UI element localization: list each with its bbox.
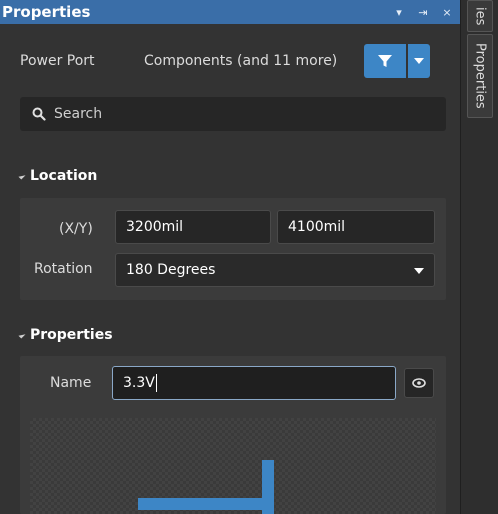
- search-input[interactable]: Search: [20, 97, 446, 131]
- side-tab-partial[interactable]: ies: [467, 0, 493, 32]
- name-value: 3.3V: [123, 375, 155, 391]
- location-section-header[interactable]: Location: [18, 168, 98, 184]
- name-field[interactable]: 3.3V: [112, 366, 396, 400]
- symbol-preview: [30, 418, 436, 514]
- panel-title: Properties: [2, 3, 91, 21]
- collapse-triangle-icon: [18, 331, 26, 339]
- x-field[interactable]: 3200mil: [115, 210, 271, 244]
- filter-dropdown-button[interactable]: [408, 44, 430, 78]
- filter-button[interactable]: [364, 44, 406, 78]
- properties-panel: Properties ▾ ⇥ × Power Port Components (…: [0, 0, 460, 514]
- pin-icon[interactable]: ⇥: [416, 6, 430, 19]
- rotation-value: 180 Degrees: [126, 262, 216, 278]
- rotation-select[interactable]: 180 Degrees: [115, 253, 435, 287]
- object-kind-label: Power Port: [20, 53, 95, 69]
- filter-icon: [378, 55, 392, 67]
- search-placeholder: Search: [54, 106, 103, 122]
- rotation-label: Rotation: [34, 261, 93, 277]
- visibility-toggle-button[interactable]: [404, 368, 434, 398]
- panel-title-bar[interactable]: Properties ▾ ⇥ ×: [0, 0, 460, 24]
- close-icon[interactable]: ×: [440, 6, 454, 19]
- filter-row: Power Port Components (and 11 more): [20, 44, 436, 78]
- side-tab-strip: ies Properties: [460, 0, 498, 514]
- chevron-down-icon: [414, 58, 424, 64]
- properties-section-header[interactable]: Properties: [18, 327, 113, 343]
- chevron-down-icon: [414, 268, 424, 274]
- collapse-triangle-icon: [18, 172, 26, 180]
- text-cursor: [155, 374, 157, 392]
- side-tab-properties[interactable]: Properties: [467, 34, 493, 118]
- search-icon: [32, 107, 46, 121]
- x-value: 3200mil: [126, 219, 184, 235]
- y-field[interactable]: 4100mil: [277, 210, 435, 244]
- side-tab-partial-label: ies: [472, 6, 488, 26]
- location-group: (X/Y) 3200mil 4100mil Rotation 180 Degre…: [20, 198, 446, 300]
- eye-icon: [412, 378, 426, 388]
- dropdown-arrow-icon[interactable]: ▾: [392, 6, 406, 19]
- name-label: Name: [50, 375, 92, 391]
- location-heading: Location: [30, 168, 98, 184]
- y-value: 4100mil: [288, 219, 346, 235]
- xy-label: (X/Y): [59, 221, 93, 237]
- properties-heading: Properties: [30, 327, 113, 343]
- power-port-symbol-bar: [138, 498, 274, 510]
- filter-scope-label: Components (and 11 more): [144, 53, 338, 69]
- panel-controls: ▾ ⇥ ×: [392, 0, 454, 24]
- side-tab-properties-label: Properties: [472, 43, 488, 109]
